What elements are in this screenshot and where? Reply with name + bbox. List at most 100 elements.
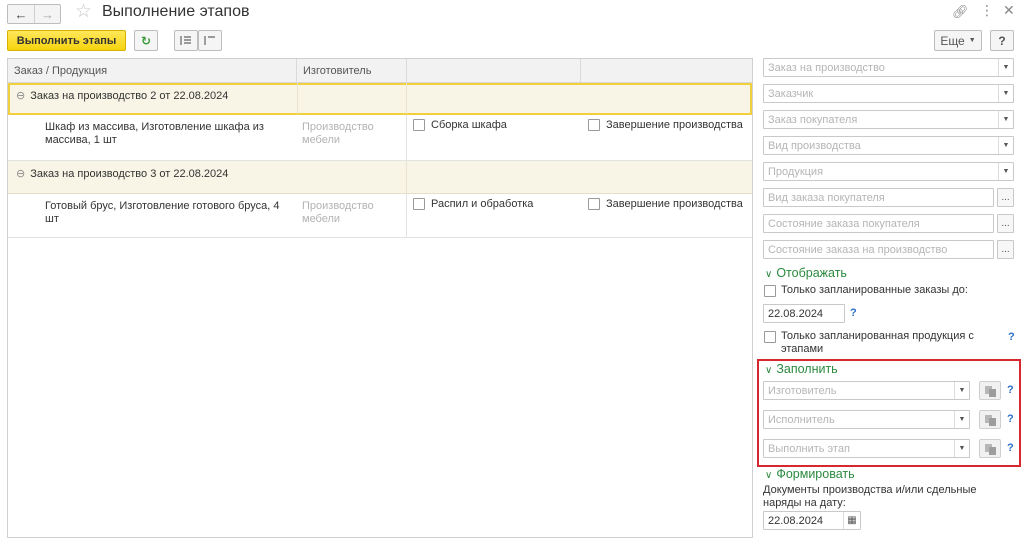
production-order-filter[interactable]: Заказ на производство ▼ xyxy=(763,58,1014,77)
form-section-toggle[interactable]: ∨ Формировать xyxy=(765,467,855,481)
column-divider xyxy=(406,83,407,114)
maker-cell: Производство мебели xyxy=(302,200,374,225)
placeholder: Вид заказа покупателя xyxy=(768,192,885,204)
column-header-stage2[interactable] xyxy=(581,59,752,83)
fill-copy-icon[interactable] xyxy=(979,410,1001,429)
placeholder: Изготовитель xyxy=(768,385,837,397)
chevron-down-icon[interactable]: ▼ xyxy=(954,411,969,428)
chevron-down-icon[interactable]: ▼ xyxy=(998,137,1013,154)
help-button[interactable]: ? xyxy=(990,30,1014,51)
stage-checkbox-2[interactable]: Завершение производства xyxy=(588,198,743,210)
star-icon[interactable]: ☆ xyxy=(75,2,92,22)
checkbox[interactable] xyxy=(588,119,600,131)
checkbox[interactable] xyxy=(413,119,425,131)
customer-filter[interactable]: Заказчик ▼ xyxy=(763,84,1014,103)
chevron-down-icon[interactable]: ▼ xyxy=(954,382,969,399)
help-icon[interactable]: ? xyxy=(1007,384,1014,396)
product-cell: Шкаф из массива, Изготовление шкафа из м… xyxy=(45,121,264,146)
customer-order-filter[interactable]: Заказ покупателя ▼ xyxy=(763,110,1014,129)
page-title: Выполнение этапов xyxy=(102,3,250,20)
help-icon[interactable]: ? xyxy=(1007,442,1014,454)
form-date-label: Документы производства и/или сдельные на… xyxy=(763,484,977,509)
table-group-row[interactable]: ⊖ Заказ на производство 2 от 22.08.2024 xyxy=(8,83,752,115)
placeholder: Заказчик xyxy=(768,88,814,100)
date-value: 22.08.2024 xyxy=(768,308,824,320)
date-value: 22.08.2024 xyxy=(768,515,824,527)
column-divider xyxy=(406,194,407,237)
order-title: Заказ на производство 2 от 22.08.2024 xyxy=(30,90,229,102)
column-header-stage1[interactable] xyxy=(407,59,581,83)
fill-maker-field[interactable]: Изготовитель ▼ xyxy=(763,381,970,400)
placeholder: Заказ покупателя xyxy=(768,114,858,126)
execute-stages-button[interactable]: Выполнить этапы xyxy=(7,30,126,51)
help-icon[interactable]: ? xyxy=(850,307,857,319)
stage-label: Сборка шкафа xyxy=(431,119,507,131)
placeholder: Продукция xyxy=(768,166,824,178)
chevron-down-icon[interactable]: ▼ xyxy=(998,59,1013,76)
only-planned-products-checkbox[interactable] xyxy=(764,331,776,343)
section-title: Заполнить xyxy=(776,362,838,376)
select-button[interactable]: ... xyxy=(997,240,1014,259)
help-icon[interactable]: ? xyxy=(1007,413,1014,425)
table-group-row[interactable]: ⊖ Заказ на производство 3 от 22.08.2024 xyxy=(8,161,752,194)
fill-stage-field[interactable]: Выполнить этап ▼ xyxy=(763,439,970,458)
table-row[interactable]: Шкаф из массива, Изготовление шкафа из м… xyxy=(8,115,752,161)
arrow-left-icon[interactable]: ← xyxy=(8,5,34,23)
more-button[interactable]: Еще ▼ xyxy=(934,30,982,51)
chevron-down-icon: ▼ xyxy=(968,37,976,44)
product-filter[interactable]: Продукция ▼ xyxy=(763,162,1014,181)
column-header-order[interactable]: Заказ / Продукция xyxy=(8,59,297,83)
customer-order-type-filter[interactable]: Вид заказа покупателя xyxy=(763,188,994,207)
fill-copy-icon[interactable] xyxy=(979,381,1001,400)
arrow-right-icon[interactable]: → xyxy=(34,5,60,23)
column-header-maker[interactable]: Изготовитель xyxy=(297,59,407,83)
stage-label: Завершение производства xyxy=(606,198,743,210)
stage-label: Распил и обработка xyxy=(431,198,534,210)
fill-executor-field[interactable]: Исполнитель ▼ xyxy=(763,410,970,429)
placeholder: Исполнитель xyxy=(768,414,835,426)
group-label: ⊖ Заказ на производство 3 от 22.08.2024 xyxy=(16,167,228,180)
stage-checkbox-1[interactable]: Распил и обработка xyxy=(413,198,533,210)
production-type-filter[interactable]: Вид производства ▼ xyxy=(763,136,1014,155)
expand-list-icon[interactable] xyxy=(174,30,198,51)
product-cell: Готовый брус, Изготовление готового брус… xyxy=(45,200,280,225)
chevron-down-icon: ∨ xyxy=(765,365,773,376)
section-title: Формировать xyxy=(776,467,855,481)
collapse-list-icon[interactable] xyxy=(198,30,222,51)
window-header: ← → ☆ Выполнение этапов 🔗︎ ⋮ ✕ xyxy=(0,0,1024,26)
collapse-icon[interactable]: ⊖ xyxy=(16,90,25,102)
placeholder: Выполнить этап xyxy=(768,443,850,455)
form-date-input[interactable]: 22.08.2024 ▦ xyxy=(763,511,861,530)
checkbox[interactable] xyxy=(413,198,425,210)
kebab-menu-icon[interactable]: ⋮ xyxy=(980,2,994,19)
chevron-down-icon[interactable]: ▼ xyxy=(998,163,1013,180)
maker-cell: Производство мебели xyxy=(302,121,374,146)
fill-copy-icon[interactable] xyxy=(979,439,1001,458)
only-planned-checkbox[interactable] xyxy=(764,285,776,297)
refresh-icon[interactable]: ↻ xyxy=(134,30,158,51)
orders-table[interactable]: Заказ / Продукция Изготовитель ⊖ Заказ на… xyxy=(7,58,753,538)
stage-checkbox-1[interactable]: Сборка шкафа xyxy=(413,119,507,131)
link-icon[interactable]: 🔗︎ xyxy=(952,4,969,20)
chevron-down-icon[interactable]: ▼ xyxy=(998,111,1013,128)
display-section-toggle[interactable]: ∨ Отображать xyxy=(765,266,847,280)
table-row[interactable]: Готовый брус, Изготовление готового брус… xyxy=(8,194,752,238)
close-icon[interactable]: ✕ xyxy=(1003,2,1015,19)
stage-checkbox-2[interactable]: Завершение производства xyxy=(588,119,743,131)
planned-date-input[interactable]: 22.08.2024 xyxy=(763,304,845,323)
chevron-down-icon[interactable]: ▼ xyxy=(998,85,1013,102)
fill-section-toggle[interactable]: ∨ Заполнить xyxy=(765,362,838,376)
select-button[interactable]: ... xyxy=(997,188,1014,207)
calendar-icon[interactable]: ▦ xyxy=(843,512,860,529)
customer-order-state-filter[interactable]: Состояние заказа покупателя xyxy=(763,214,994,233)
command-bar: Выполнить этапы ↻ Еще ▼ ? xyxy=(0,30,1024,52)
help-icon[interactable]: ? xyxy=(1008,331,1015,343)
chevron-down-icon[interactable]: ▼ xyxy=(954,440,969,457)
production-order-state-filter[interactable]: Состояние заказа на производство xyxy=(763,240,994,259)
table-header: Заказ / Продукция Изготовитель xyxy=(8,59,752,83)
select-button[interactable]: ... xyxy=(997,214,1014,233)
placeholder: Вид производства xyxy=(768,140,861,152)
checkbox[interactable] xyxy=(588,198,600,210)
only-planned-label: Только запланированные заказы до: xyxy=(781,284,968,296)
collapse-icon[interactable]: ⊖ xyxy=(16,168,25,180)
